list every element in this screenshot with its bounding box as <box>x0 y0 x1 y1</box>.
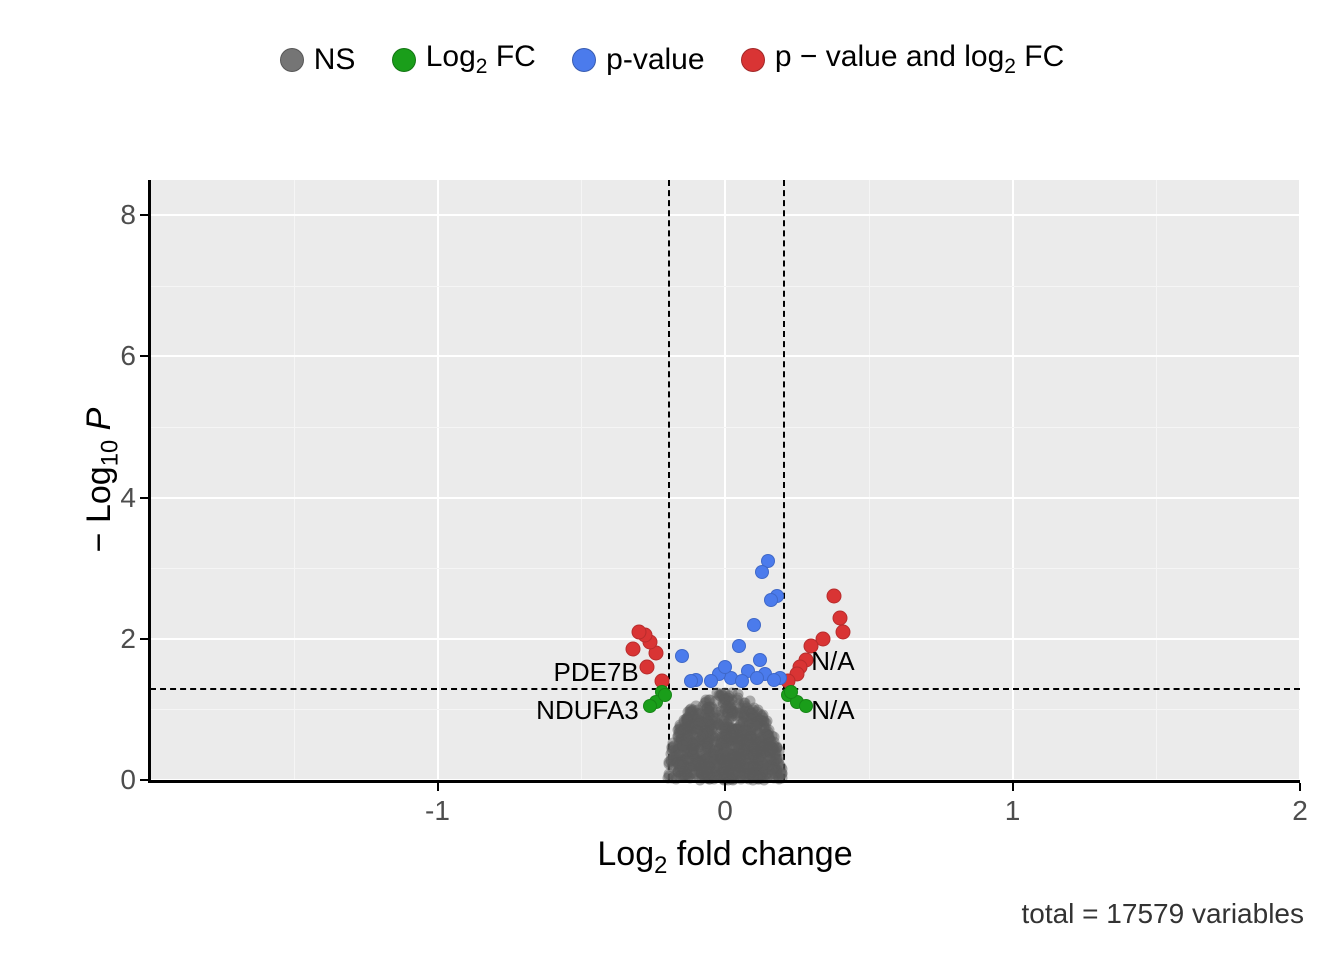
x-tick-label: -1 <box>425 795 450 827</box>
point-annotation: PDE7B <box>553 657 638 688</box>
point-annotation: N/A <box>811 646 854 677</box>
x-tick-label: 1 <box>1005 795 1021 827</box>
y-axis-label: − Log10 P <box>80 408 125 553</box>
data-point <box>732 639 746 653</box>
data-point <box>764 593 778 607</box>
y-tick <box>140 638 148 640</box>
x-tick <box>1299 783 1301 791</box>
y-tick-label: 6 <box>100 340 136 372</box>
legend-swatch-ns <box>280 48 304 72</box>
x-tick-label: 2 <box>1292 795 1308 827</box>
legend-swatch-pv <box>572 48 596 72</box>
legend-swatch-both <box>741 48 765 72</box>
y-tick <box>140 214 148 216</box>
legend-swatch-fc <box>392 48 416 72</box>
data-point <box>626 642 641 657</box>
data-point <box>833 610 848 625</box>
data-point <box>747 618 761 632</box>
data-point <box>643 699 657 713</box>
x-tick <box>724 783 726 791</box>
caption: total = 17579 variables <box>1021 898 1304 930</box>
legend-label-ns: NS <box>314 43 356 77</box>
legend-item-pv: p-value <box>572 43 704 77</box>
data-point <box>640 660 655 675</box>
data-point <box>784 685 798 699</box>
data-point <box>767 673 781 687</box>
data-point <box>835 624 850 639</box>
x-tick <box>437 783 439 791</box>
legend-label-both: p − value and log2 FC <box>775 40 1064 79</box>
y-tick <box>140 355 148 357</box>
y-tick-label: 0 <box>100 764 136 796</box>
data-point <box>750 671 764 685</box>
data-point <box>631 624 646 639</box>
x-tick <box>1012 783 1014 791</box>
legend-label-fc: Log2 FC <box>426 40 536 79</box>
data-point <box>827 589 842 604</box>
data-point <box>658 688 672 702</box>
legend-item-both: p − value and log2 FC <box>741 40 1064 79</box>
data-point <box>755 565 769 579</box>
legend: NS Log2 FC p-value p − value and log2 FC <box>0 40 1344 79</box>
y-tick-label: 2 <box>100 623 136 655</box>
legend-label-pv: p-value <box>606 43 704 77</box>
y-tick-label: 4 <box>100 482 136 514</box>
y-axis-line <box>148 180 151 783</box>
x-tick-label: 0 <box>717 795 733 827</box>
point-annotation: NDUFA3 <box>536 695 639 726</box>
x-axis-label: Log2 fold change <box>150 835 1300 880</box>
y-tick-label: 8 <box>100 199 136 231</box>
legend-item-ns: NS <box>280 43 356 77</box>
point-annotation: N/A <box>811 695 854 726</box>
data-point <box>704 674 718 688</box>
plot-panel: PDE7B NDUFA3 N/A N/A <box>150 180 1300 780</box>
data-point <box>735 674 749 688</box>
data-point <box>675 649 689 663</box>
data-point <box>684 674 698 688</box>
data-point <box>753 653 767 667</box>
y-tick <box>140 779 148 781</box>
y-tick <box>140 497 148 499</box>
data-point <box>718 660 732 674</box>
legend-item-fc: Log2 FC <box>392 40 536 79</box>
